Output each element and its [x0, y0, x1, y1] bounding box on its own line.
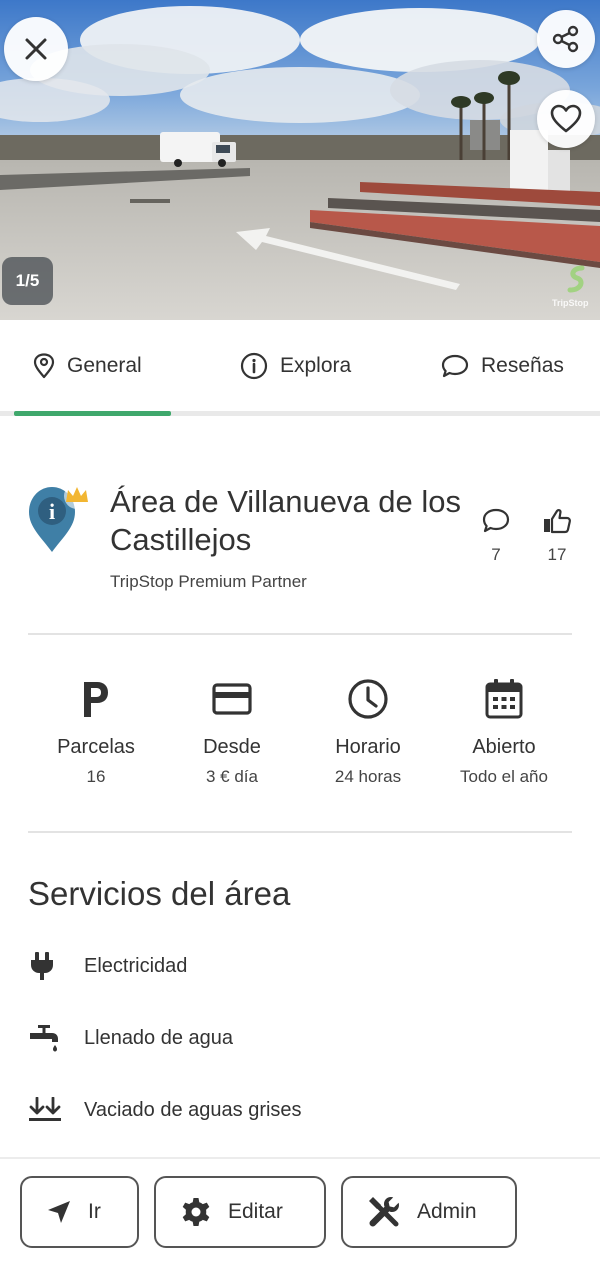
service-label: Llenado de agua: [84, 1026, 234, 1049]
close-icon: [25, 38, 47, 60]
info-abierto: Abierto Todo el año: [434, 676, 574, 787]
tab-bar: General Explora Reseñas: [0, 320, 600, 416]
edit-button[interactable]: Editar: [154, 1176, 326, 1248]
tab-general[interactable]: General: [33, 320, 142, 412]
tripstop-logo-icon: [567, 265, 585, 293]
photo-counter: 1/5: [2, 257, 53, 305]
info-horario: Horario 24 horas: [298, 676, 438, 787]
info-label: Horario: [335, 736, 401, 758]
campsite-photo: [0, 0, 600, 320]
heart-icon: [550, 104, 582, 133]
premium-area-pin-icon: i: [29, 483, 90, 552]
service-label: Vaciado de aguas grises: [84, 1098, 302, 1121]
thumbs-up-icon: [544, 509, 571, 534]
tab-general-label: General: [67, 354, 142, 377]
services-title: Servicios del área: [28, 875, 291, 912]
hero-photo[interactable]: 1/5 TripStop: [0, 0, 600, 320]
admin-button-label: Admin: [417, 1200, 477, 1223]
go-button-label: Ir: [88, 1200, 101, 1223]
place-title: Área de Villanueva de los Castillejos: [110, 484, 462, 557]
speech-bubble-icon: [441, 354, 469, 378]
calendar-icon: [485, 679, 523, 719]
parking-icon: [84, 682, 108, 717]
service-item-electricidad: Electricidad: [28, 946, 187, 986]
service-label: Electricidad: [84, 954, 188, 977]
svg-text:i: i: [49, 499, 55, 524]
clock-icon: [348, 679, 388, 719]
tripstop-watermark: TripStop: [548, 262, 598, 312]
likes-count: 17: [547, 545, 567, 564]
tab-explora[interactable]: Explora: [240, 320, 351, 412]
info-value: 16: [86, 767, 106, 786]
info-parcelas: Parcelas 16: [26, 676, 166, 787]
favorite-button[interactable]: [537, 90, 595, 148]
info-value: 3 € día: [206, 767, 258, 786]
info-value: Todo el año: [460, 767, 548, 786]
info-label: Abierto: [472, 736, 536, 758]
go-button[interactable]: Ir: [20, 1176, 139, 1248]
service-item-vaciado-grises: Vaciado de aguas grises: [28, 1090, 302, 1130]
comments-stat[interactable]: 7: [471, 507, 521, 565]
info-label: Desde: [203, 736, 261, 758]
tab-resenas[interactable]: Reseñas: [441, 320, 564, 412]
likes-stat[interactable]: 17: [532, 507, 582, 565]
water-tap-icon: [30, 1025, 58, 1052]
divider: [28, 633, 572, 635]
divider: [28, 831, 572, 833]
share-button[interactable]: [537, 10, 595, 68]
location-pin-icon: [33, 353, 55, 379]
close-button[interactable]: [4, 17, 68, 81]
drain-arrows-icon: [29, 1097, 61, 1121]
service-item-llenado-agua: Llenado de agua: [28, 1018, 233, 1058]
navigation-arrow-icon: [48, 1201, 70, 1223]
admin-button[interactable]: Admin: [341, 1176, 517, 1248]
comments-count: 7: [491, 545, 501, 564]
watermark-text: TripStop: [552, 298, 589, 308]
tab-resenas-label: Reseñas: [481, 354, 564, 377]
tab-explora-label: Explora: [280, 354, 352, 377]
info-value: 24 horas: [334, 767, 402, 786]
comment-icon: [482, 508, 510, 533]
place-subtitle: TripStop Premium Partner: [110, 572, 307, 591]
active-tab-indicator: [14, 411, 171, 416]
tools-icon: [369, 1197, 399, 1227]
gear-icon: [182, 1198, 210, 1226]
electric-plug-icon: [31, 952, 53, 980]
edit-button-label: Editar: [228, 1200, 283, 1223]
info-label: Parcelas: [57, 736, 135, 758]
info-circle-icon: [240, 352, 268, 380]
credit-card-icon: [212, 683, 252, 715]
info-desde: Desde 3 € día: [162, 676, 302, 787]
share-icon: [552, 25, 579, 53]
